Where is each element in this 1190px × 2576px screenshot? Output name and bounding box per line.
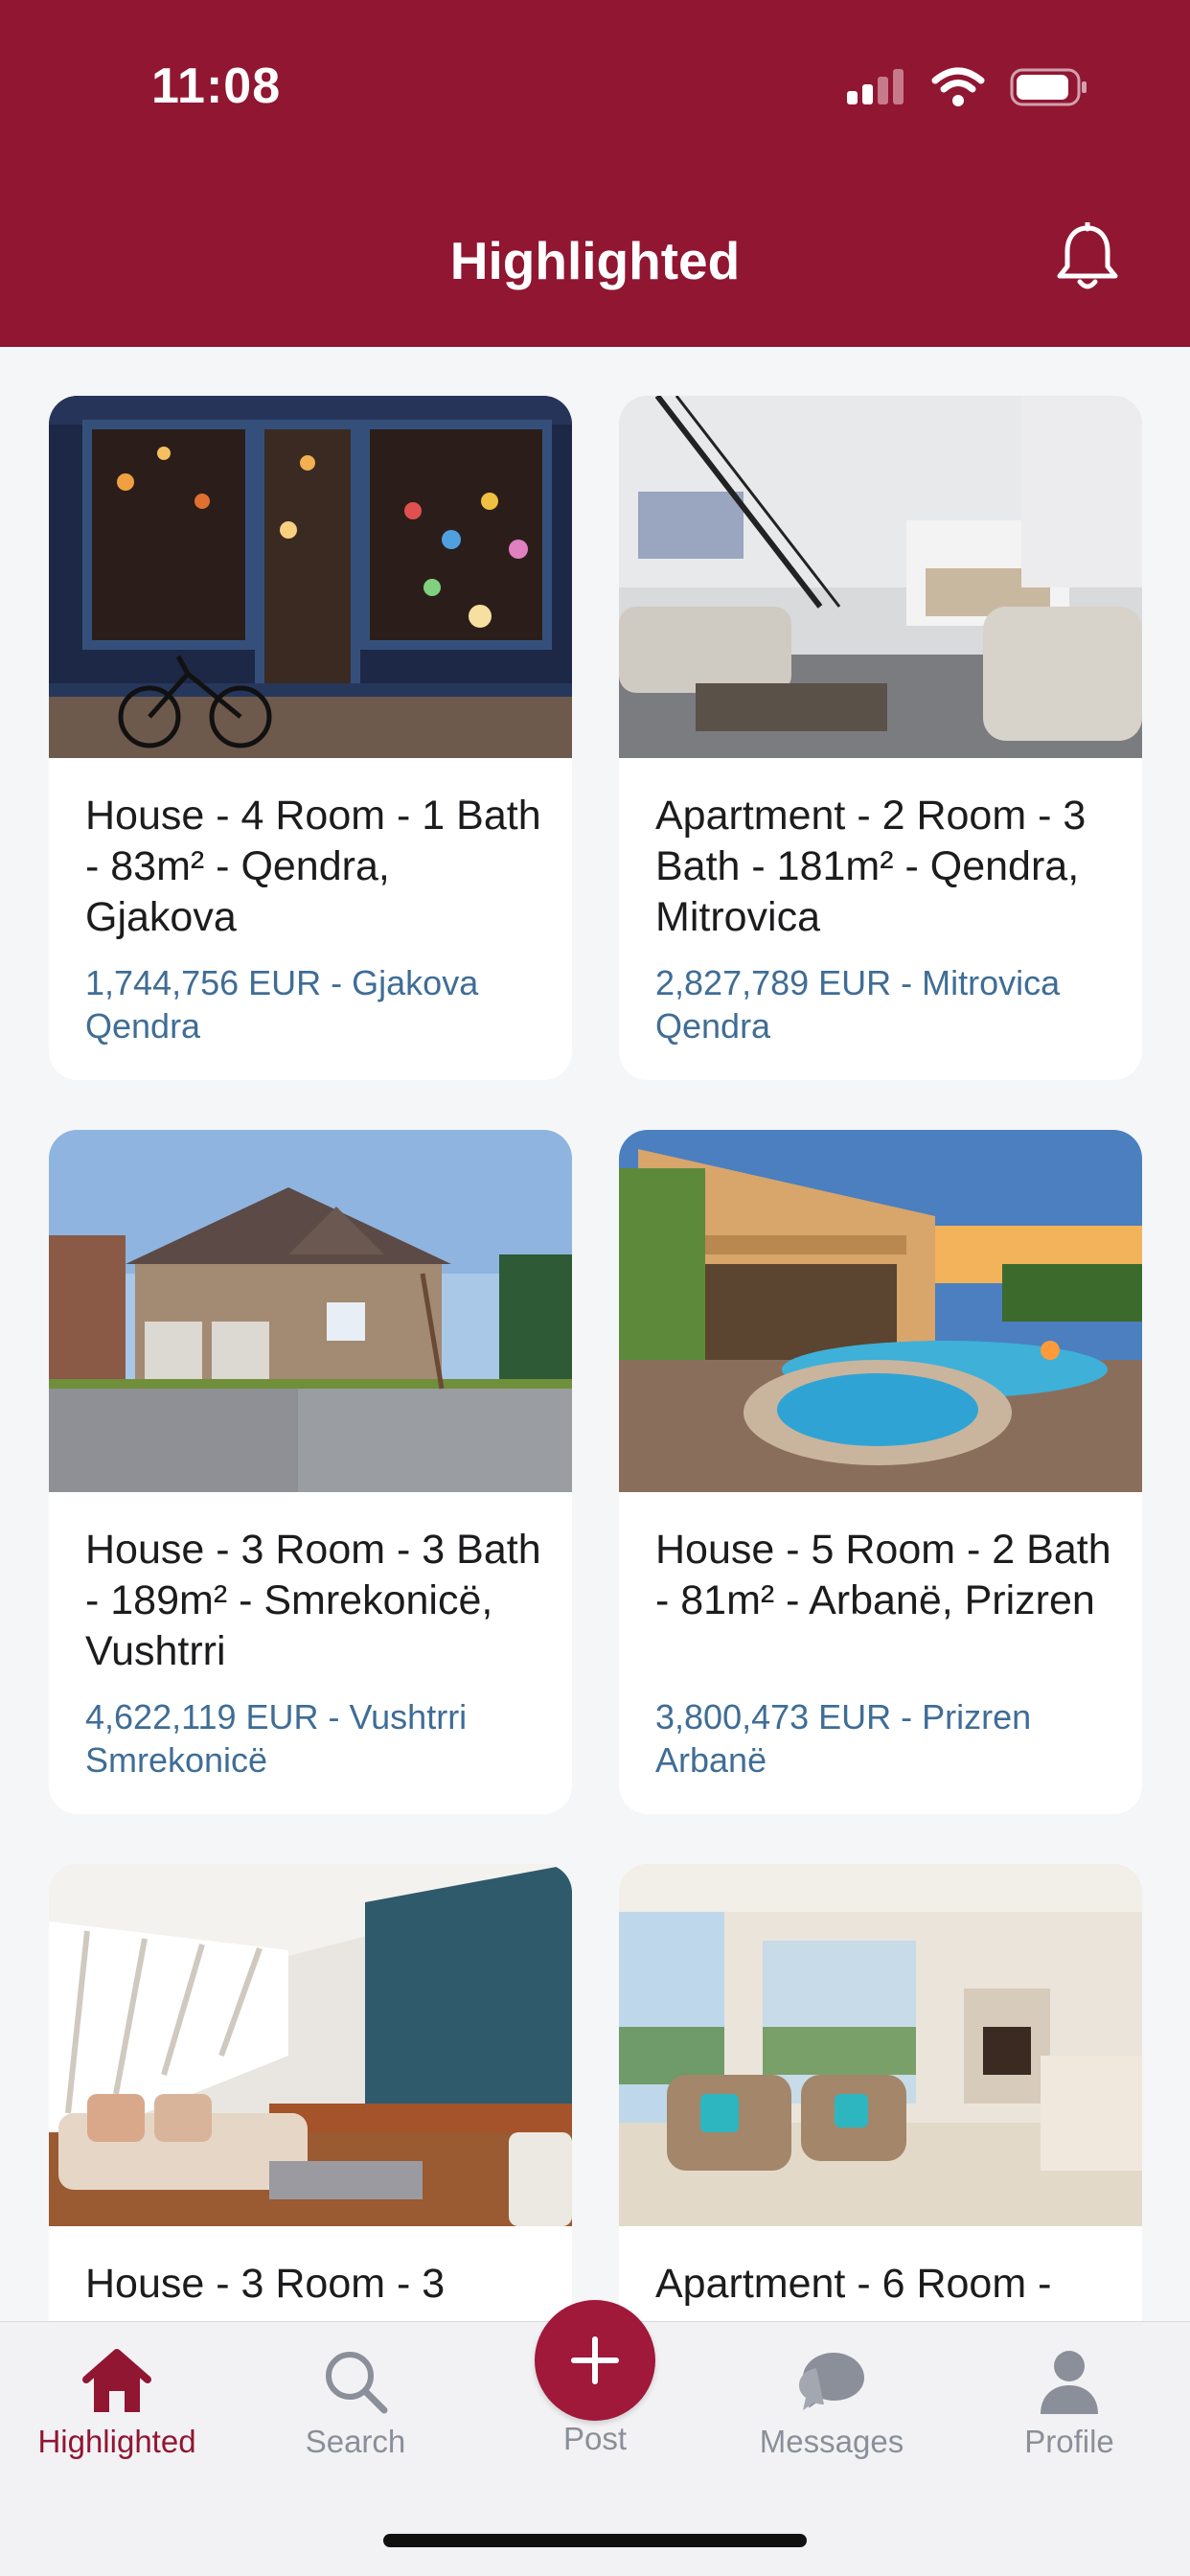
tab-label: Search [305, 2424, 406, 2459]
listing-price-location: 3,800,473 EUR - Prizren Arbanë [655, 1697, 1032, 1780]
listing-photo [619, 396, 1142, 758]
listing-card[interactable]: House - 4 Room - 1 Bath - 83m² - Qendra,… [49, 396, 572, 1080]
listing-title: House - 3 Room - 3 Bath - 189m² - Smreko… [85, 1527, 541, 1674]
wifi-icon [931, 67, 985, 106]
listing-card[interactable]: House - 5 Room - 2 Bath - 81m² - Arbanë,… [619, 1130, 1142, 1814]
listing-title: House - 4 Room - 1 Bath - 83m² - Qendra,… [85, 793, 541, 940]
app-header: 11:08 Highlighted [0, 0, 1190, 347]
home-icon [82, 2349, 151, 2412]
listing-photo [49, 1130, 572, 1492]
cellular-signal-icon [847, 69, 904, 104]
listing-title: Apartment - 6 Room - [655, 2261, 1052, 2307]
tab-label: Messages [759, 2424, 904, 2459]
listing-photo [49, 1864, 572, 2226]
plus-icon [571, 2336, 619, 2384]
home-indicator [383, 2534, 807, 2547]
post-button[interactable] [535, 2300, 655, 2421]
notifications-bell-icon[interactable] [1054, 222, 1121, 293]
listing-title: House - 5 Room - 2 Bath - 81m² - Arbanë,… [655, 1527, 1111, 1623]
tab-search[interactable]: Search [260, 2322, 451, 2460]
battery-icon [1010, 68, 1087, 106]
tab-profile[interactable]: Profile [973, 2322, 1165, 2460]
listing-title: House - 3 Room - 3 [85, 2261, 446, 2307]
listing-photo [619, 1864, 1142, 2226]
tab-highlighted[interactable]: Highlighted [21, 2322, 213, 2460]
tab-messages[interactable]: Messages [736, 2322, 927, 2460]
tab-label: Highlighted [37, 2424, 196, 2459]
post-label: Post [562, 2421, 628, 2456]
listing-price-location: 1,744,756 EUR - Gjakova Qendra [85, 963, 479, 1046]
status-time: 11:08 [151, 58, 282, 114]
status-icons [847, 67, 1088, 107]
profile-icon [1041, 2351, 1098, 2414]
listing-photo [49, 396, 572, 758]
page-title: Highlighted [449, 231, 741, 290]
messages-icon [799, 2353, 864, 2410]
listing-grid: House - 4 Room - 1 Bath - 83m² - Qendra,… [0, 347, 1190, 2321]
listing-card[interactable]: House - 3 Room - 3 Bath - 189m² - Smreko… [49, 1130, 572, 1814]
listing-title: Apartment - 2 Room - 3 Bath - 181m² - Qe… [655, 793, 1087, 940]
listing-price-location: 4,622,119 EUR - Vushtrri Smrekonicë [85, 1697, 468, 1780]
listing-price-location: 2,827,789 EUR - Mitrovica Qendra [655, 963, 1061, 1046]
search-icon [326, 2352, 388, 2414]
tab-label: Profile [1024, 2424, 1114, 2459]
listing-card[interactable]: House - 3 Room - 3 [49, 1864, 572, 2321]
listing-card[interactable]: Apartment - 2 Room - 3 Bath - 181m² - Qe… [619, 396, 1142, 1080]
listing-photo [619, 1130, 1142, 1492]
listing-card[interactable]: Apartment - 6 Room - [619, 1864, 1142, 2321]
